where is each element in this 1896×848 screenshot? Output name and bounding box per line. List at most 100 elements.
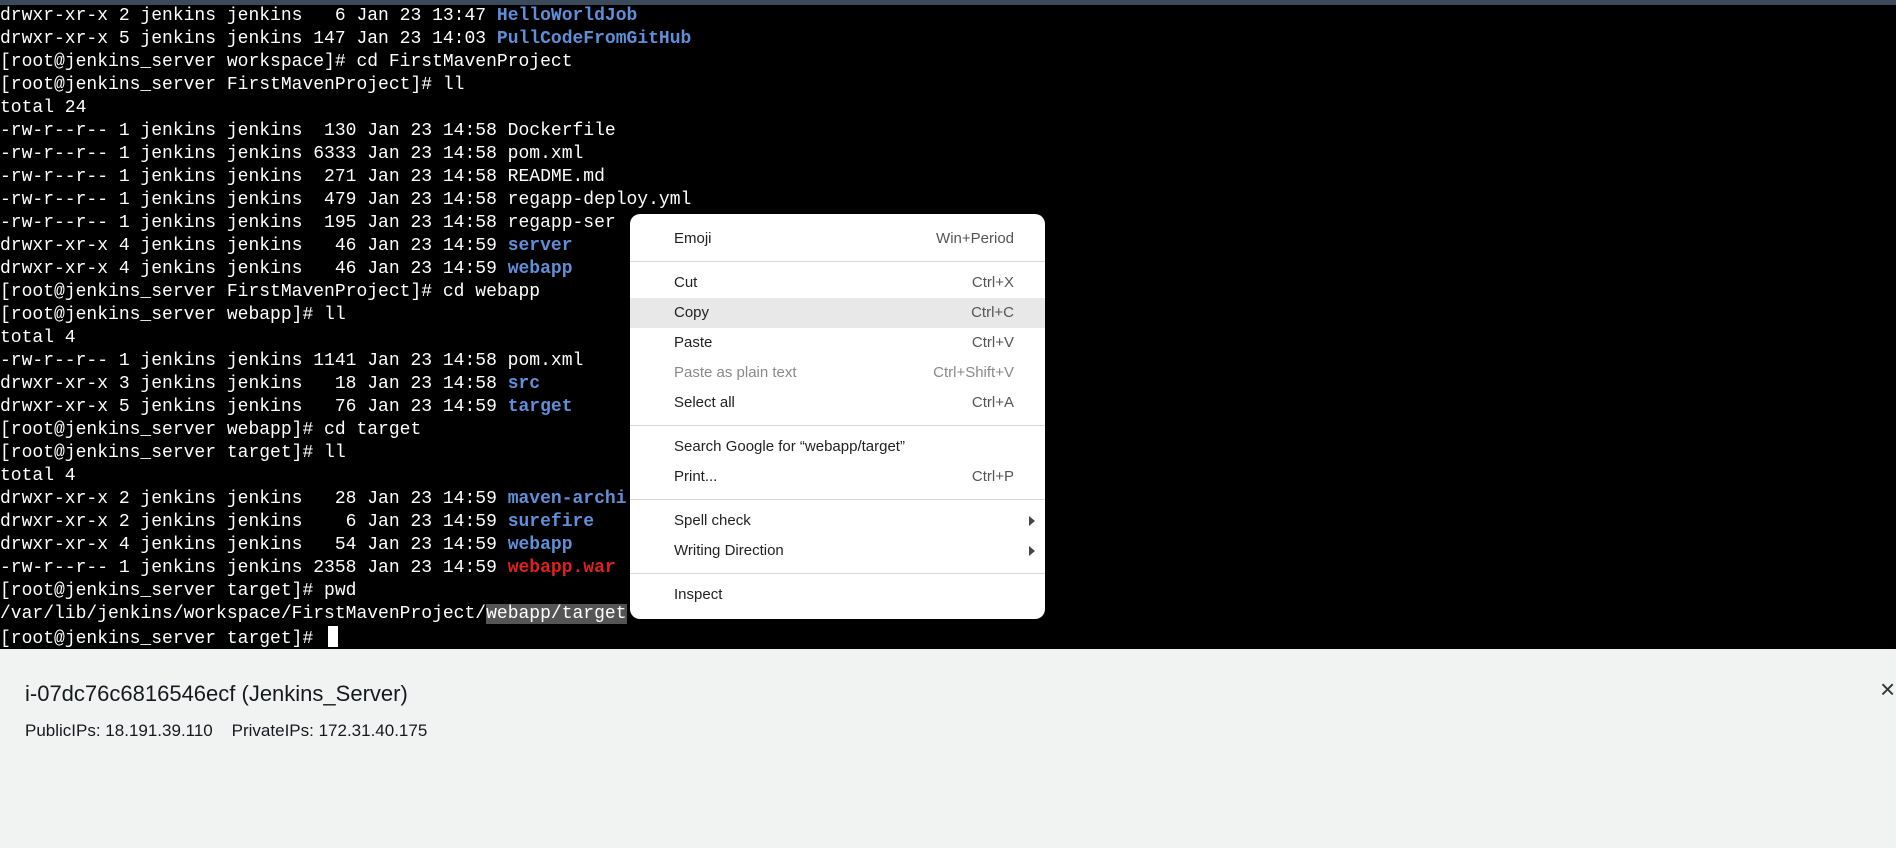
terminal-text: [root@jenkins_server webapp]# cd target [0, 420, 422, 440]
terminal-text: drwxr-xr-x 5 jenkins jenkins 76 Jan 23 1… [0, 397, 508, 417]
terminal-line: drwxr-xr-x 2 jenkins jenkins 28 Jan 23 1… [0, 488, 691, 511]
terminal-line: drwxr-xr-x 2 jenkins jenkins 6 Jan 23 13… [0, 5, 691, 28]
terminal-text: total 24 [0, 98, 87, 118]
terminal-line: [root@jenkins_server webapp]# ll [0, 304, 691, 327]
terminal-output[interactable]: drwxr-xr-x 2 jenkins jenkins 6 Jan 23 13… [0, 5, 691, 649]
terminal-line: drwxr-xr-x 4 jenkins jenkins 54 Jan 23 1… [0, 534, 691, 557]
menu-item-spell-check[interactable]: Spell check [630, 506, 1045, 536]
terminal-line: -rw-r--r-- 1 jenkins jenkins 195 Jan 23 … [0, 212, 691, 235]
menu-item-shortcut: Ctrl+V [971, 334, 1014, 351]
menu-item-emoji[interactable]: Emoji Win+Period [630, 224, 1045, 254]
menu-item-label: Emoji [674, 230, 712, 247]
directory-name: webapp [507, 259, 573, 279]
terminal-text: drwxr-xr-x 4 jenkins jenkins 46 Jan 23 1… [0, 236, 508, 256]
terminal-text: [root@jenkins_server workspace]# cd Firs… [0, 52, 573, 72]
directory-name: maven-archi [507, 489, 627, 509]
terminal-line: [root@jenkins_server FirstMavenProject]#… [0, 74, 691, 97]
menu-item-label: Inspect [674, 586, 723, 603]
menu-separator [630, 425, 1045, 426]
terminal-line: /var/lib/jenkins/workspace/FirstMavenPro… [0, 603, 691, 626]
directory-name: server [507, 236, 573, 256]
menu-item-select-all[interactable]: Select all Ctrl+A [630, 388, 1045, 418]
terminal-text: -rw-r--r-- 1 jenkins jenkins 271 Jan 23 … [0, 167, 605, 187]
menu-item-shortcut: Win+Period [936, 230, 1014, 247]
directory-name: surefire [507, 512, 595, 532]
terminal-line: [root@jenkins_server webapp]# cd target [0, 419, 691, 442]
terminal-text: -rw-r--r-- 1 jenkins jenkins 2358 Jan 23… [0, 558, 508, 578]
menu-item-label: Copy [674, 304, 710, 321]
menu-item-copy[interactable]: Copy Ctrl+C [630, 298, 1045, 328]
terminal-line: total 4 [0, 465, 691, 488]
menu-item-writing-direction[interactable]: Writing Direction [630, 536, 1045, 566]
menu-item-shortcut: Ctrl+X [971, 274, 1014, 291]
terminal-line: drwxr-xr-x 2 jenkins jenkins 6 Jan 23 14… [0, 511, 691, 534]
terminal-text: [root@jenkins_server target]# pwd [0, 581, 357, 601]
terminal-text: /var/lib/jenkins/workspace/FirstMavenPro… [0, 604, 487, 624]
menu-item-cut[interactable]: Cut Ctrl+X [630, 268, 1045, 298]
terminal-text: drwxr-xr-x 4 jenkins jenkins 54 Jan 23 1… [0, 535, 508, 555]
terminal-line: -rw-r--r-- 1 jenkins jenkins 130 Jan 23 … [0, 120, 691, 143]
terminal-text: [root@jenkins_server webapp]# ll [0, 305, 346, 325]
submenu-arrow-icon [1029, 516, 1035, 526]
terminal-text: total 4 [0, 466, 76, 486]
menu-separator [630, 573, 1045, 574]
selected-text[interactable]: webapp/target [486, 604, 627, 624]
terminal-line: [root@jenkins_server workspace]# cd Firs… [0, 51, 691, 74]
terminal-text: -rw-r--r-- 1 jenkins jenkins 1141 Jan 23… [0, 351, 584, 371]
terminal-line: [root@jenkins_server FirstMavenProject]#… [0, 281, 691, 304]
close-icon[interactable]: × [1880, 677, 1896, 701]
menu-item-label: Paste [674, 334, 713, 351]
menu-item-label: Search Google for “webapp/target” [674, 438, 905, 455]
terminal-text: drwxr-xr-x 5 jenkins jenkins 147 Jan 23 … [0, 29, 497, 49]
terminal-text: -rw-r--r-- 1 jenkins jenkins 6333 Jan 23… [0, 144, 584, 164]
instance-title: i-07dc76c6816546ecf (Jenkins_Server) [25, 681, 408, 706]
terminal-line: [root@jenkins_server target]# pwd [0, 580, 691, 603]
menu-item-label: Select all [674, 394, 735, 411]
terminal-line: drwxr-xr-x 5 jenkins jenkins 147 Jan 23 … [0, 28, 691, 51]
terminal-cursor [328, 626, 339, 647]
menu-item-shortcut: Ctrl+Shift+V [933, 364, 1014, 381]
terminal-line: drwxr-xr-x 3 jenkins jenkins 18 Jan 23 1… [0, 373, 691, 396]
terminal-text: drwxr-xr-x 3 jenkins jenkins 18 Jan 23 1… [0, 374, 508, 394]
archive-file-name: webapp.war [507, 558, 616, 578]
terminal-line: drwxr-xr-x 4 jenkins jenkins 46 Jan 23 1… [0, 235, 691, 258]
instance-info-panel: i-07dc76c6816546ecf (Jenkins_Server) Pub… [0, 649, 1896, 848]
menu-item-label: Cut [674, 274, 698, 291]
terminal-line: -rw-r--r-- 1 jenkins jenkins 271 Jan 23 … [0, 166, 691, 189]
menu-item-label: Paste as plain text [674, 364, 797, 381]
terminal-text: [root@jenkins_server target]# ll [0, 443, 346, 463]
terminal-line: -rw-r--r-- 1 jenkins jenkins 2358 Jan 23… [0, 557, 691, 580]
directory-name: HelloWorldJob [496, 6, 638, 26]
terminal-line: [root@jenkins_server target]# [0, 626, 691, 649]
menu-item-shortcut: Ctrl+P [971, 468, 1014, 485]
instance-ip-addresses: PublicIPs: 18.191.39.110 PrivateIPs: 172… [25, 721, 428, 740]
directory-name: src [507, 374, 541, 394]
terminal-text: [root@jenkins_server target]# [0, 629, 325, 649]
terminal-text: -rw-r--r-- 1 jenkins jenkins 130 Jan 23 … [0, 121, 616, 141]
menu-item-inspect[interactable]: Inspect [630, 580, 1045, 610]
terminal-text: total 4 [0, 328, 76, 348]
context-menu[interactable]: Emoji Win+Period Cut Ctrl+X Copy Ctrl+C Paste C… [630, 214, 1045, 619]
menu-item-label: Writing Direction [674, 542, 784, 559]
directory-name: target [507, 397, 573, 417]
menu-item-shortcut: Ctrl+A [971, 394, 1014, 411]
menu-item-label: Print... [674, 468, 718, 485]
menu-item-print[interactable]: Print... Ctrl+P [630, 462, 1045, 492]
terminal-line: drwxr-xr-x 4 jenkins jenkins 46 Jan 23 1… [0, 258, 691, 281]
terminal-line: total 24 [0, 97, 691, 120]
terminal-line: -rw-r--r-- 1 jenkins jenkins 1141 Jan 23… [0, 350, 691, 373]
terminal-line: [root@jenkins_server target]# ll [0, 442, 691, 465]
terminal-text: -rw-r--r-- 1 jenkins jenkins 195 Jan 23 … [0, 213, 616, 233]
menu-separator [630, 261, 1045, 262]
terminal-line: -rw-r--r-- 1 jenkins jenkins 479 Jan 23 … [0, 189, 691, 212]
submenu-arrow-icon [1029, 546, 1035, 556]
terminal-text: drwxr-xr-x 4 jenkins jenkins 46 Jan 23 1… [0, 259, 508, 279]
menu-item-paste-as-plain-text[interactable]: Paste as plain text Ctrl+Shift+V [630, 358, 1045, 388]
menu-item-shortcut: Ctrl+C [971, 304, 1014, 321]
directory-name: webapp [507, 535, 573, 555]
menu-item-search-google-for-webapp-target[interactable]: Search Google for “webapp/target” [630, 432, 1045, 462]
menu-item-paste[interactable]: Paste Ctrl+V [630, 328, 1045, 358]
terminal-line: -rw-r--r-- 1 jenkins jenkins 6333 Jan 23… [0, 143, 691, 166]
terminal-line: total 4 [0, 327, 691, 350]
directory-name: PullCodeFromGitHub [496, 29, 692, 49]
